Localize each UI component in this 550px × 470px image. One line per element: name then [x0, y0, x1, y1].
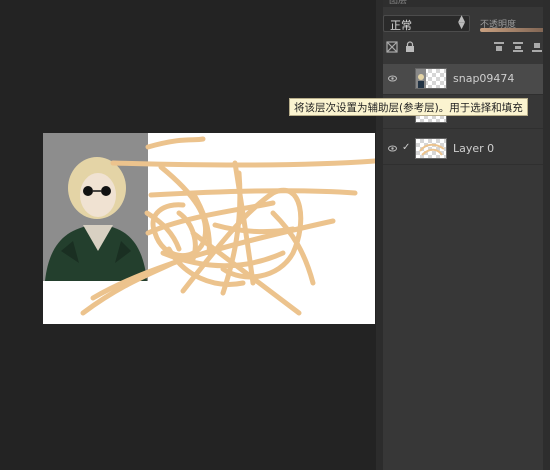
panel-title: 图层	[383, 0, 550, 7]
brush-strokes	[80, 136, 375, 316]
layer-thumbnail	[415, 68, 447, 89]
reference-layer-icon[interactable]	[386, 41, 398, 53]
blend-mode-value: 正常	[390, 19, 412, 32]
eye-icon[interactable]	[388, 74, 397, 83]
align-left-icon[interactable]	[493, 41, 505, 53]
document-canvas[interactable]	[43, 133, 375, 324]
layer-row-layer-0[interactable]: ✓ Layer 0	[383, 134, 543, 165]
check-icon[interactable]: ✓	[402, 142, 410, 153]
align-right-icon[interactable]	[531, 41, 543, 53]
opacity-slider[interactable]	[480, 28, 550, 32]
layer-name: snap09474	[453, 72, 515, 85]
layer-row-snap09474[interactable]: snap09474	[383, 64, 543, 95]
panel-scrollbar[interactable]	[543, 0, 550, 470]
layer-name: Layer 0	[453, 142, 495, 155]
eye-icon[interactable]	[388, 144, 397, 153]
blend-mode-select[interactable]: 正常 ▲ ▼	[383, 15, 470, 32]
tooltip: 将该层次设置为辅助层(参考层)。用于选择和填充	[289, 98, 528, 116]
chevron-updown-icon: ▲ ▼	[458, 14, 465, 31]
align-center-icon[interactable]	[512, 41, 524, 53]
canvas-area[interactable]	[0, 0, 376, 470]
lock-icon[interactable]	[404, 41, 416, 53]
layer-thumbnail	[415, 138, 447, 159]
layers-panel: 图层 正常 ▲▼ 不透明度 10 snap09474	[383, 0, 550, 470]
panel-splitter[interactable]	[376, 0, 383, 470]
